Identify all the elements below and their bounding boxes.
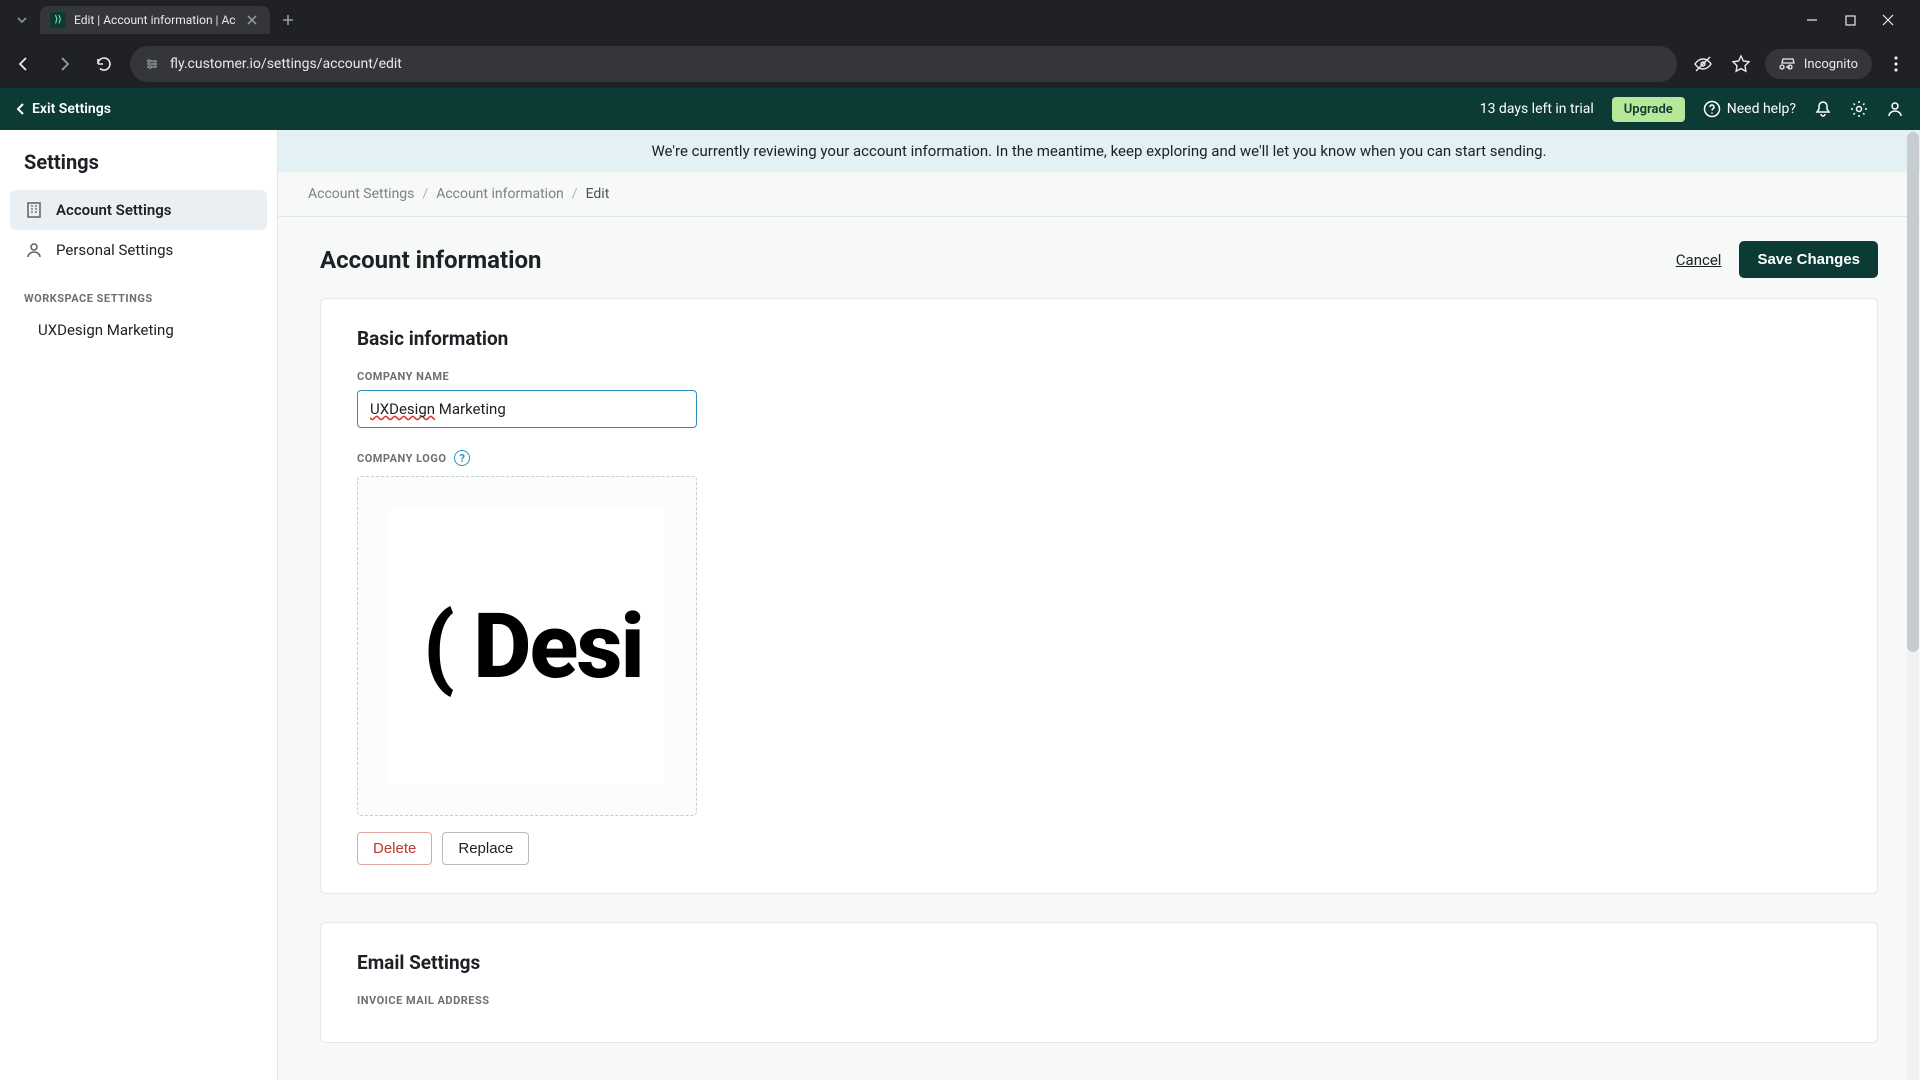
invoice-mail-label: INVOICE MAIL ADDRESS — [357, 994, 1841, 1007]
bookmark-star-icon[interactable] — [1727, 50, 1755, 78]
app-body: Settings Account Settings Personal Setti… — [0, 130, 1920, 1080]
logo-actions: Delete Replace — [357, 832, 1841, 865]
need-help-link[interactable]: Need help? — [1703, 100, 1796, 118]
logo-preview-text: ( Desi — [423, 594, 643, 699]
tab-close-icon[interactable] — [244, 12, 260, 28]
app-topbar: Exit Settings 13 days left in trial Upgr… — [0, 88, 1920, 130]
company-logo-field: COMPANY LOGO ? ( Desi Delete Replace — [357, 450, 1841, 865]
close-window-button[interactable] — [1878, 10, 1898, 30]
page-title: Account information — [320, 246, 542, 274]
sidebar-title: Settings — [10, 150, 267, 190]
review-banner: We're currently reviewing your account i… — [278, 130, 1920, 172]
logo-dropzone[interactable]: ( Desi — [357, 476, 697, 816]
exit-settings-label: Exit Settings — [32, 101, 111, 117]
url-text: fly.customer.io/settings/account/edit — [170, 56, 402, 72]
tab-title: Edit | Account information | Ac — [74, 13, 236, 27]
save-changes-button[interactable]: Save Changes — [1739, 241, 1878, 278]
gear-icon[interactable] — [1850, 100, 1868, 118]
breadcrumb-separator: / — [572, 186, 578, 202]
reload-button[interactable] — [90, 50, 118, 78]
minimize-button[interactable] — [1802, 10, 1822, 30]
building-icon — [24, 200, 44, 220]
company-name-label: COMPANY NAME — [357, 370, 1841, 383]
company-name-input[interactable]: UXDesign Marketing — [357, 390, 697, 428]
card-title: Email Settings — [357, 951, 1841, 974]
forward-button[interactable] — [50, 50, 78, 78]
breadcrumb: Account Settings / Account information /… — [278, 172, 1920, 217]
sidebar-item-personal-settings[interactable]: Personal Settings — [10, 230, 267, 270]
incognito-icon — [1779, 55, 1797, 73]
browser-menu-icon[interactable] — [1882, 50, 1910, 78]
browser-chrome: ⟩⟩ Edit | Account information | Ac fly.c… — [0, 0, 1920, 88]
company-name-field: COMPANY NAME UXDesign Marketing — [357, 370, 1841, 428]
sidebar-group-label: WORKSPACE SETTINGS — [10, 270, 267, 313]
company-logo-label: COMPANY LOGO ? — [357, 450, 1841, 466]
site-settings-icon[interactable] — [144, 56, 160, 72]
help-circle-icon — [1703, 100, 1721, 118]
breadcrumb-link-account-info[interactable]: Account information — [436, 186, 564, 202]
logo-preview: ( Desi — [389, 508, 665, 784]
trial-text: 13 days left in trial — [1480, 101, 1594, 117]
basic-information-card: Basic information COMPANY NAME UXDesign … — [320, 298, 1878, 894]
email-settings-card: Email Settings INVOICE MAIL ADDRESS — [320, 922, 1878, 1043]
breadcrumb-current: Edit — [586, 186, 610, 202]
new-tab-button[interactable] — [274, 6, 302, 34]
card-title: Basic information — [357, 327, 1841, 350]
sidebar-workspace-item[interactable]: UXDesign Marketing — [10, 313, 267, 347]
bell-icon[interactable] — [1814, 100, 1832, 118]
breadcrumb-separator: / — [422, 186, 428, 202]
back-button[interactable] — [10, 50, 38, 78]
header-actions: Cancel Save Changes — [1676, 241, 1878, 278]
eye-off-icon[interactable] — [1689, 50, 1717, 78]
scrollbar-thumb[interactable] — [1907, 132, 1919, 652]
page-header: Account information Cancel Save Changes — [278, 217, 1920, 298]
maximize-button[interactable] — [1840, 10, 1860, 30]
replace-logo-button[interactable]: Replace — [442, 832, 529, 865]
incognito-indicator[interactable]: Incognito — [1765, 49, 1872, 79]
help-tooltip-icon[interactable]: ? — [454, 450, 470, 466]
incognito-label: Incognito — [1804, 57, 1858, 72]
nav-right-icons: Incognito — [1689, 49, 1910, 79]
sidebar-item-label: Account Settings — [56, 201, 172, 219]
window-controls — [1802, 10, 1912, 30]
need-help-label: Need help? — [1727, 101, 1796, 117]
sidebar-item-label: Personal Settings — [56, 241, 173, 259]
url-bar[interactable]: fly.customer.io/settings/account/edit — [130, 46, 1677, 82]
app: Exit Settings 13 days left in trial Upgr… — [0, 88, 1920, 1080]
delete-logo-button[interactable]: Delete — [357, 832, 432, 865]
main-content: We're currently reviewing your account i… — [278, 130, 1920, 1080]
nav-bar: fly.customer.io/settings/account/edit In… — [0, 40, 1920, 88]
upgrade-button[interactable]: Upgrade — [1612, 97, 1685, 122]
sidebar-item-account-settings[interactable]: Account Settings — [10, 190, 267, 230]
tab-search-dropdown[interactable] — [8, 6, 36, 34]
topbar-right: 13 days left in trial Upgrade Need help? — [1480, 97, 1904, 122]
tab-bar: ⟩⟩ Edit | Account information | Ac — [0, 0, 1920, 40]
breadcrumb-link-account-settings[interactable]: Account Settings — [308, 186, 414, 202]
favicon: ⟩⟩ — [50, 12, 66, 28]
browser-tab[interactable]: ⟩⟩ Edit | Account information | Ac — [40, 6, 270, 34]
cancel-button[interactable]: Cancel — [1676, 251, 1722, 269]
exit-settings-link[interactable]: Exit Settings — [16, 101, 111, 117]
user-icon[interactable] — [1886, 100, 1904, 118]
sidebar: Settings Account Settings Personal Setti… — [0, 130, 278, 1080]
person-icon — [24, 240, 44, 260]
chevron-left-icon — [16, 102, 26, 116]
